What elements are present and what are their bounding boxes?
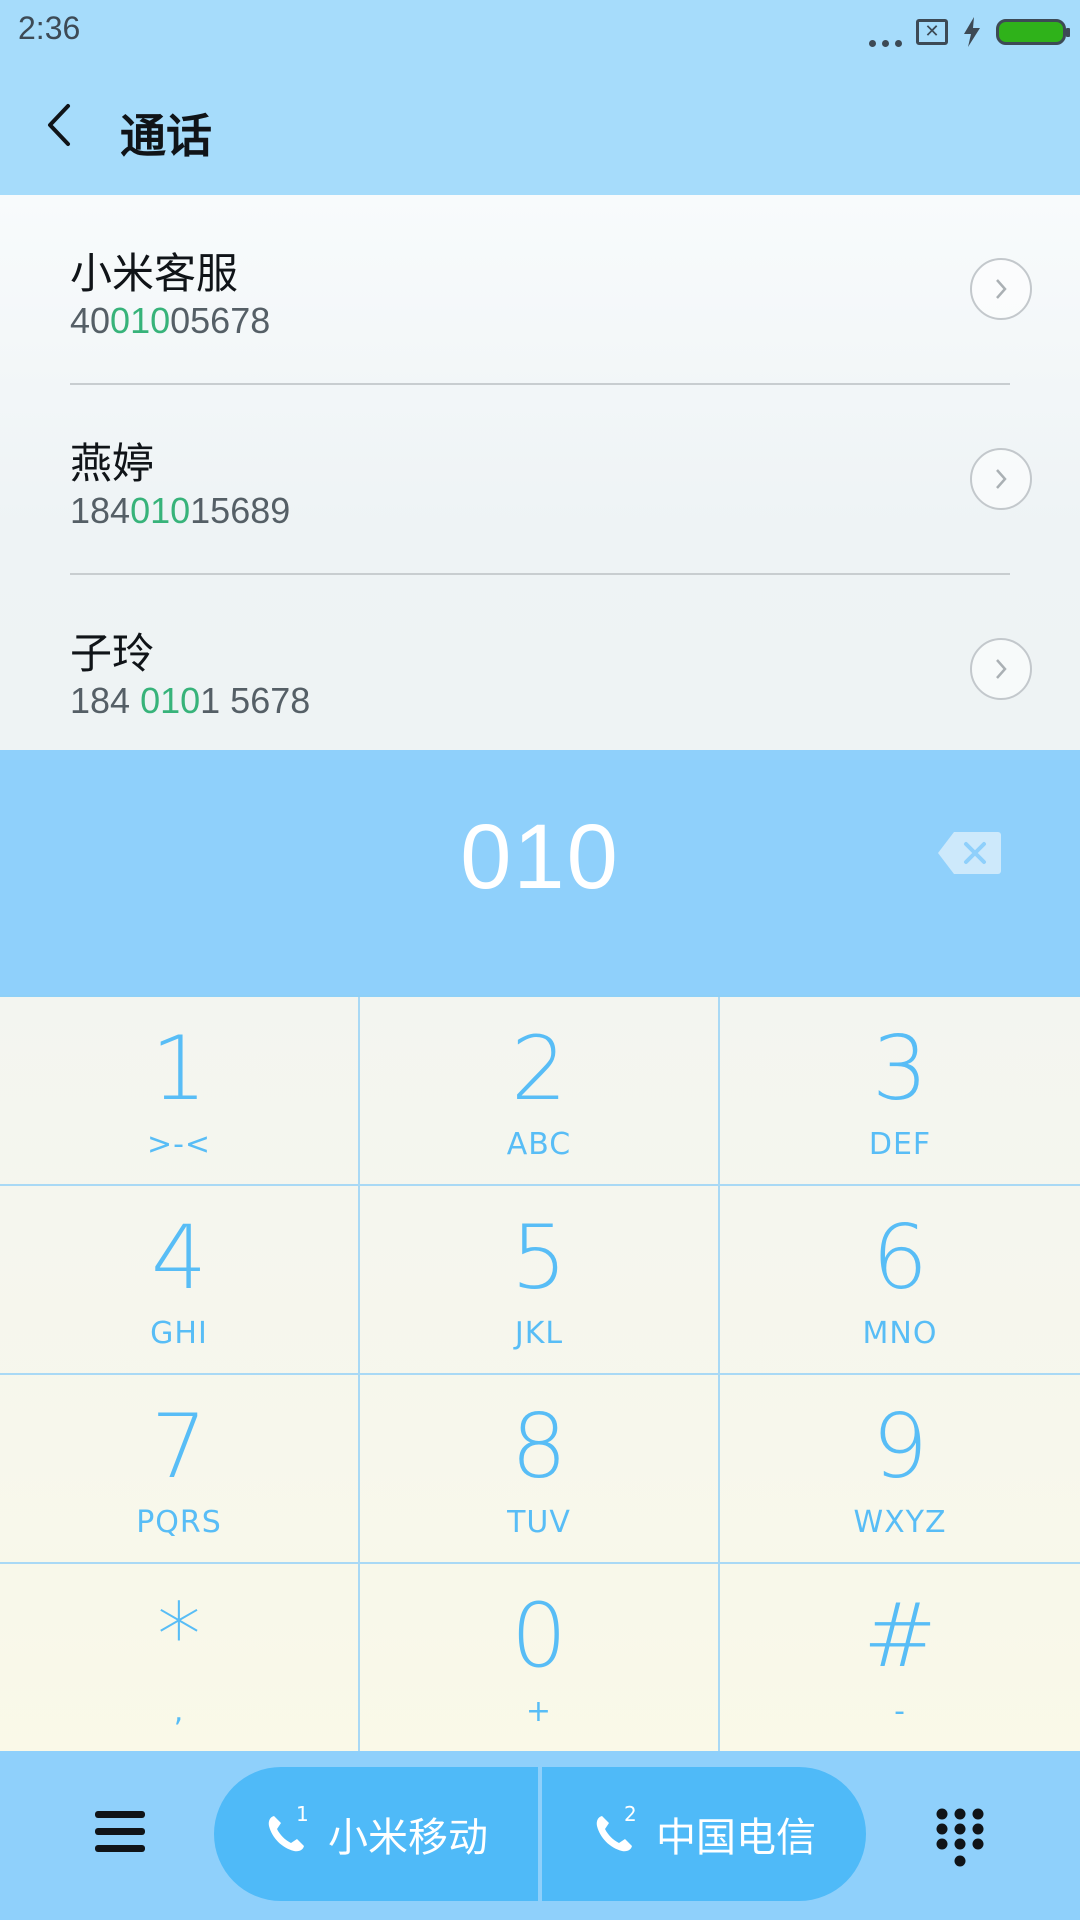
contact-name: 子玲 (70, 629, 155, 678)
bottom-bar: 1 小米移动 2 中国电信 (0, 1751, 1080, 1920)
chevron-right-icon (996, 469, 1007, 489)
status-time: 2:36 (18, 10, 81, 46)
key-hash[interactable]: # - (720, 1564, 1080, 1753)
key-0[interactable]: 0 + (360, 1564, 720, 1753)
contact-row[interactable]: 燕婷 18401015689 (0, 385, 1080, 575)
contact-detail-button[interactable] (970, 638, 1032, 700)
backspace-icon[interactable] (936, 830, 1002, 876)
key-1[interactable]: 1 >-< (0, 997, 360, 1186)
back-arrow-icon[interactable] (40, 100, 80, 150)
key-2[interactable]: 2 ABC (360, 997, 720, 1186)
sim2-label: 中国电信 (656, 1815, 816, 1861)
key-8[interactable]: 8 TUV (360, 1375, 720, 1564)
charging-bolt-icon (964, 17, 980, 47)
contact-row[interactable]: 子玲 184 0101 5678 (0, 575, 1080, 765)
menu-icon[interactable] (95, 1811, 145, 1855)
key-6[interactable]: 6 MNO (720, 1186, 1080, 1375)
contact-number: 4001005678 (70, 300, 271, 341)
contact-name: 小米客服 (70, 249, 239, 298)
key-star[interactable]: *, (0, 1564, 360, 1753)
contact-suggestion-list: 小米客服 4001005678 燕婷 18401015689 子玲 184 01… (0, 195, 1080, 750)
key-7[interactable]: 7 PQRS (0, 1375, 360, 1564)
sim1-label: 小米移动 (328, 1815, 488, 1861)
battery-icon (996, 19, 1070, 45)
top-bar: 2:36 ✕ 通话 (0, 0, 1080, 195)
contact-number: 184 0101 5678 (70, 680, 311, 721)
call-sim2-button[interactable]: 2 中国电信 (538, 1767, 866, 1901)
key-4[interactable]: 4 GHI (0, 1186, 360, 1375)
phone-icon: 2 (592, 1802, 637, 1856)
dial-keypad: 1 >-< 2 ABC 3 DEF 4 GHI 5 JKL 6 MNO 7 PQRS 8 TUV… (0, 995, 1080, 1753)
chevron-right-icon (996, 659, 1007, 679)
contact-detail-button[interactable] (970, 448, 1032, 510)
phone-icon: 1 (264, 1802, 309, 1856)
chevron-right-icon (996, 279, 1007, 299)
dial-display: 010 (0, 750, 1080, 995)
key-9[interactable]: 9 WXYZ (720, 1375, 1080, 1564)
no-sim-icon: ✕ (916, 19, 948, 45)
key-3[interactable]: 3 DEF (720, 997, 1080, 1186)
page-title: 通话 (120, 109, 212, 163)
contact-number: 18401015689 (70, 490, 291, 531)
contact-detail-button[interactable] (970, 258, 1032, 320)
contact-name: 燕婷 (70, 439, 155, 488)
dialed-number[interactable]: 010 (0, 805, 1080, 910)
status-icons: ✕ (869, 12, 1070, 52)
dialpad-icon[interactable] (934, 1807, 986, 1871)
call-sim1-button[interactable]: 1 小米移动 (214, 1767, 538, 1901)
key-5[interactable]: 5 JKL (360, 1186, 720, 1375)
contact-row[interactable]: 小米客服 4001005678 (0, 195, 1080, 385)
more-dots-icon (869, 17, 902, 47)
call-buttons: 1 小米移动 2 中国电信 (214, 1767, 866, 1901)
